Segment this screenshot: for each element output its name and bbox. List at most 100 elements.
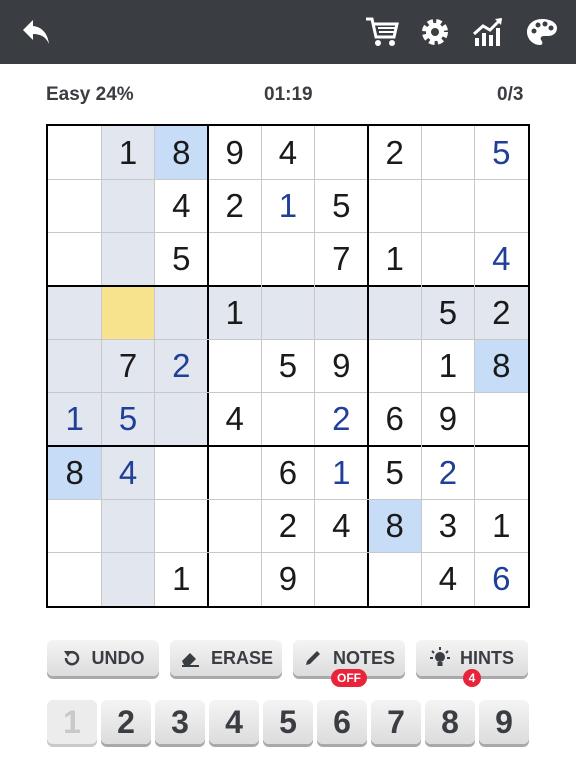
- board-cell[interactable]: 4: [261, 126, 315, 180]
- board-cell[interactable]: [154, 499, 208, 553]
- board-cell[interactable]: 7: [314, 232, 368, 286]
- board-cell[interactable]: [261, 392, 315, 446]
- grid-line: [48, 498, 528, 500]
- board-cell[interactable]: [367, 552, 422, 606]
- board-cell[interactable]: [48, 179, 102, 233]
- board-cell[interactable]: 2: [154, 339, 208, 393]
- board-cell[interactable]: [101, 285, 155, 340]
- palette-icon[interactable]: [522, 12, 562, 52]
- board-cell[interactable]: [48, 499, 102, 553]
- number-key-4[interactable]: 4: [209, 700, 259, 744]
- board-cell[interactable]: 1: [314, 445, 368, 500]
- board-cell[interactable]: 8: [154, 126, 208, 180]
- erase-button[interactable]: ERASE: [170, 640, 282, 676]
- gear-icon[interactable]: [415, 12, 455, 52]
- board-cell[interactable]: [154, 285, 208, 340]
- number-key-9[interactable]: 9: [479, 700, 529, 744]
- board-cell[interactable]: 5: [421, 285, 475, 340]
- board-cell[interactable]: [48, 339, 102, 393]
- board-cell[interactable]: [48, 552, 102, 606]
- number-key-8[interactable]: 8: [425, 700, 475, 744]
- board-cell[interactable]: 9: [207, 126, 262, 180]
- board-cell[interactable]: [48, 126, 102, 180]
- board-cell[interactable]: [154, 392, 208, 446]
- board-cell[interactable]: [367, 179, 422, 233]
- notes-button[interactable]: NOTES OFF: [293, 640, 405, 687]
- board-cell[interactable]: 9: [421, 392, 475, 446]
- board-cell[interactable]: 7: [101, 339, 155, 393]
- board-cell[interactable]: [154, 445, 208, 500]
- board-cell[interactable]: 9: [314, 339, 368, 393]
- board-cell[interactable]: 2: [421, 445, 475, 500]
- board-cell[interactable]: [474, 179, 528, 233]
- board-cell[interactable]: 4: [314, 499, 368, 553]
- number-key-2[interactable]: 2: [101, 700, 151, 744]
- board-cell[interactable]: 2: [261, 499, 315, 553]
- board-cell[interactable]: [314, 552, 368, 606]
- board-cell[interactable]: 5: [154, 232, 208, 286]
- board-cell[interactable]: 6: [474, 552, 528, 606]
- board-cell[interactable]: 8: [474, 339, 528, 393]
- cart-icon[interactable]: [362, 12, 402, 52]
- board-cell[interactable]: 5: [314, 179, 368, 233]
- board-cell[interactable]: [207, 499, 262, 553]
- board-cell[interactable]: 1: [207, 285, 262, 340]
- board-cell[interactable]: [101, 552, 155, 606]
- board-cell[interactable]: 1: [421, 339, 475, 393]
- back-arrow-icon[interactable]: [16, 12, 56, 52]
- board-cell[interactable]: [421, 232, 475, 286]
- board-cell[interactable]: [101, 179, 155, 233]
- board-cell[interactable]: 5: [101, 392, 155, 446]
- hints-button[interactable]: HINTS 4: [416, 640, 528, 687]
- board-cell[interactable]: [207, 232, 262, 286]
- stats-chart-icon[interactable]: [468, 12, 508, 52]
- board-cell[interactable]: 3: [421, 499, 475, 553]
- board-cell[interactable]: 4: [474, 232, 528, 286]
- board-cell[interactable]: [474, 392, 528, 446]
- board-cell[interactable]: [367, 285, 422, 340]
- board-cell[interactable]: 4: [154, 179, 208, 233]
- board-cell[interactable]: [421, 126, 475, 180]
- number-key-5[interactable]: 5: [263, 700, 313, 744]
- board-cell[interactable]: [48, 285, 102, 340]
- undo-button[interactable]: UNDO: [47, 640, 159, 676]
- number-key-1[interactable]: 1: [47, 700, 97, 744]
- number-key-3[interactable]: 3: [155, 700, 205, 744]
- board-cell[interactable]: 4: [421, 552, 475, 606]
- board-cell[interactable]: 4: [101, 445, 155, 500]
- board-cell[interactable]: 9: [261, 552, 315, 606]
- board-cell[interactable]: [101, 232, 155, 286]
- board-cell[interactable]: [207, 552, 262, 606]
- board-cell[interactable]: [474, 445, 528, 500]
- board-cell[interactable]: 1: [474, 499, 528, 553]
- board-cell[interactable]: [367, 339, 422, 393]
- board-cell[interactable]: [421, 179, 475, 233]
- board-cell[interactable]: [314, 285, 368, 340]
- board-cell[interactable]: 1: [261, 179, 315, 233]
- number-key-7[interactable]: 7: [371, 700, 421, 744]
- board-cell[interactable]: 6: [367, 392, 422, 446]
- board-cell[interactable]: 5: [474, 126, 528, 180]
- board-cell[interactable]: 5: [261, 339, 315, 393]
- board-cell[interactable]: [207, 445, 262, 500]
- board-cell[interactable]: 4: [207, 392, 262, 446]
- board-cell[interactable]: [101, 499, 155, 553]
- board-cell[interactable]: 8: [48, 445, 102, 500]
- board-cell[interactable]: 1: [367, 232, 422, 286]
- board-cell[interactable]: 6: [261, 445, 315, 500]
- board-cell[interactable]: [48, 232, 102, 286]
- board-cell[interactable]: [207, 339, 262, 393]
- board-cell[interactable]: 2: [207, 179, 262, 233]
- board-cell[interactable]: 2: [367, 126, 422, 180]
- board-cell[interactable]: 2: [474, 285, 528, 340]
- board-cell[interactable]: [314, 126, 368, 180]
- board-cell[interactable]: 8: [367, 499, 422, 553]
- board-cell[interactable]: [261, 232, 315, 286]
- board-cell[interactable]: 2: [314, 392, 368, 446]
- board-cell[interactable]: 1: [154, 552, 208, 606]
- board-cell[interactable]: [261, 285, 315, 340]
- board-cell[interactable]: 1: [48, 392, 102, 446]
- number-key-6[interactable]: 6: [317, 700, 367, 744]
- board-cell[interactable]: 1: [101, 126, 155, 180]
- board-cell[interactable]: 5: [367, 445, 422, 500]
